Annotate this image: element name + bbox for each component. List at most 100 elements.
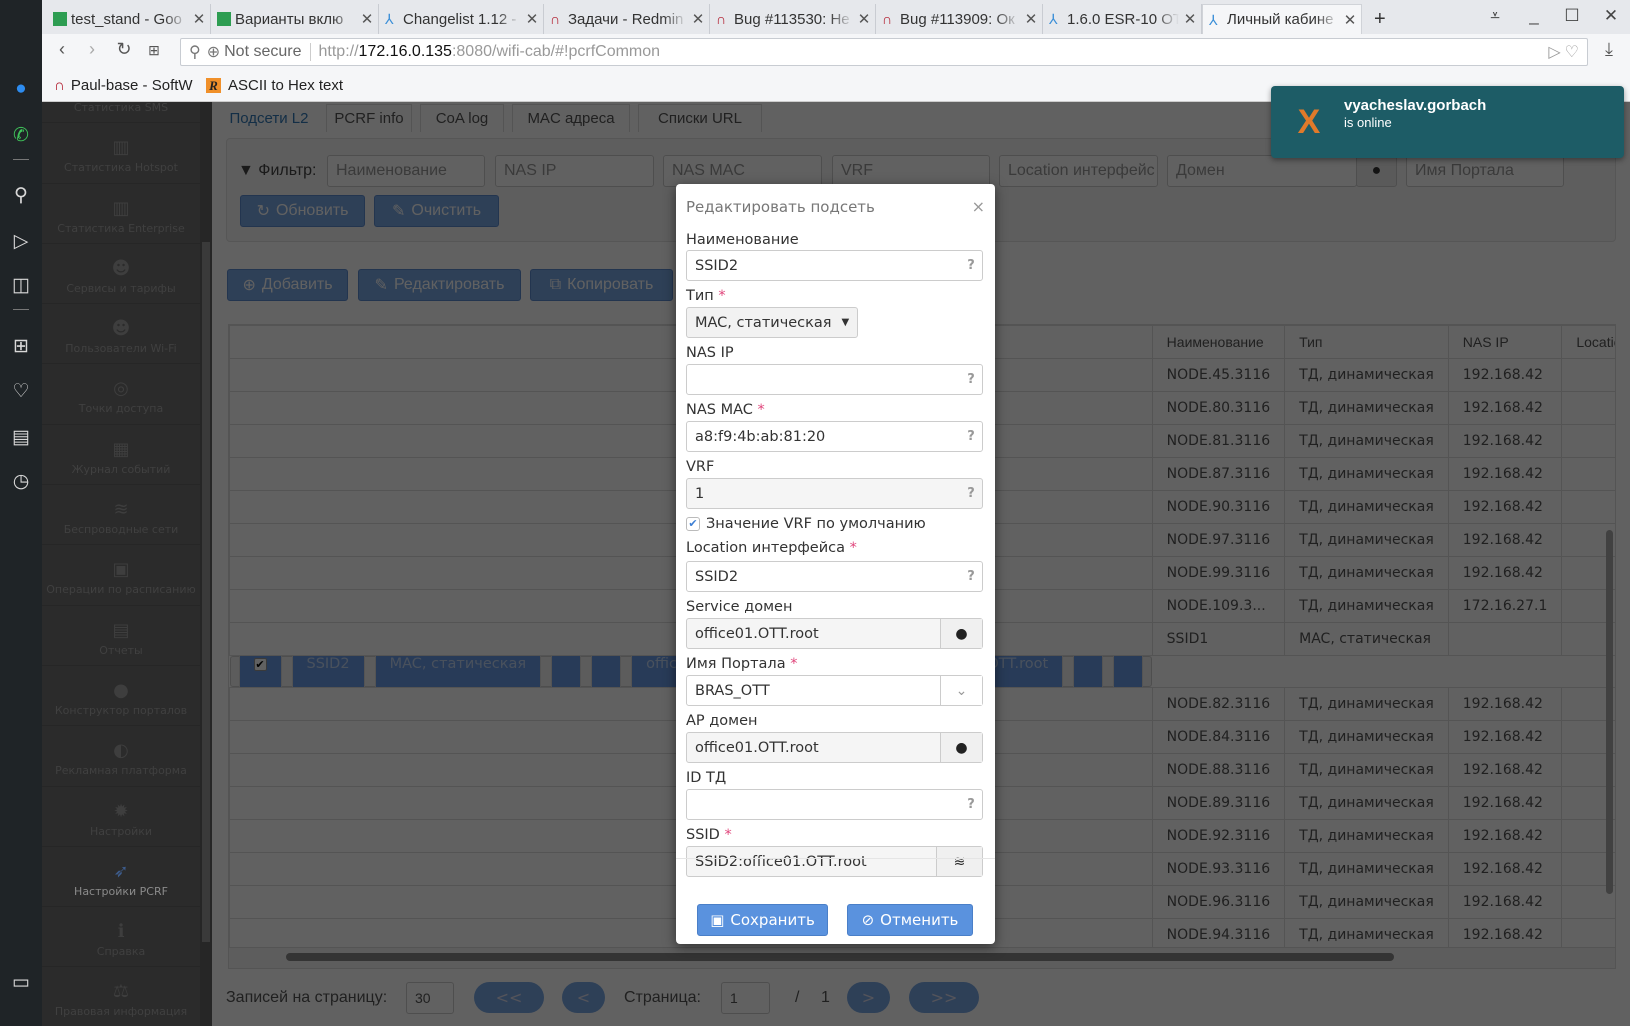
- row-checkbox[interactable]: ✔: [238, 655, 282, 688]
- close-tab-icon[interactable]: ✕: [853, 10, 875, 28]
- ssid-input[interactable]: SSID2:office01.OTT.root ≋: [686, 846, 983, 877]
- close-tab-icon[interactable]: ✕: [521, 10, 543, 28]
- vrf-input[interactable]: 1?: [686, 478, 983, 509]
- close-tab-icon[interactable]: ✕: [1020, 10, 1042, 28]
- sidebar-item[interactable]: ▥ Статистика Hotspot: [42, 123, 200, 184]
- browser-tab[interactable]: test_stand - Goo ✕: [47, 4, 211, 34]
- first-page-button[interactable]: <<: [474, 982, 544, 1013]
- browser-tab[interactable]: ⅄ Личный кабине ✕: [1202, 4, 1362, 34]
- sidebar-item[interactable]: ▥Статистика SMS: [42, 102, 200, 124]
- search-icon[interactable]: ⚲: [9, 184, 33, 208]
- checkbox-checked-icon[interactable]: ✔: [686, 517, 700, 531]
- page-input[interactable]: 1: [721, 982, 770, 1014]
- close-tab-icon[interactable]: ✕: [687, 10, 709, 28]
- close-tab-icon[interactable]: ✕: [188, 10, 210, 28]
- browser-tab[interactable]: Варианты вклю ✕: [211, 4, 379, 34]
- sidebar-item[interactable]: ✹ Настройки: [42, 787, 200, 847]
- filter-input[interactable]: Домен: [1167, 155, 1357, 187]
- help-icon[interactable]: ?: [960, 486, 982, 501]
- edit-button[interactable]: ✎ Редактировать: [358, 269, 521, 301]
- nas-mac-input[interactable]: a8:f9:4b:ab:81:20?: [686, 421, 983, 452]
- help-icon[interactable]: ?: [960, 429, 982, 444]
- filter-input[interactable]: Имя Портала: [1406, 155, 1564, 187]
- page-tab[interactable]: PCRF info: [326, 104, 412, 132]
- refresh-button[interactable]: ↻ Обновить: [240, 195, 365, 227]
- grid-icon[interactable]: ⊞: [9, 335, 33, 359]
- sidebar-item[interactable]: ⚖ Правовая информация: [42, 967, 200, 1026]
- send-icon[interactable]: ▷: [9, 230, 33, 254]
- close-tab-icon[interactable]: ✕: [1179, 10, 1201, 28]
- filter-input[interactable]: Location интерфейс: [999, 155, 1158, 187]
- page-tab[interactable]: Списки URL: [638, 104, 762, 132]
- bookmark-item[interactable]: R ASCII to Hex text: [206, 77, 343, 94]
- sidebar-item[interactable]: ▥ Статистика Enterprise: [42, 184, 200, 244]
- prev-page-button[interactable]: <: [562, 982, 605, 1013]
- close-tab-icon[interactable]: ✕: [356, 10, 378, 28]
- sidebar-item[interactable]: ◐ Рекламная платформа: [42, 726, 200, 787]
- globe-icon[interactable]: ●: [940, 619, 982, 648]
- browser-tab[interactable]: ⅄ Changelist 1.12 - ✕: [379, 4, 544, 34]
- sidebar-item[interactable]: ▤ Отчеты: [42, 606, 200, 666]
- globe-icon[interactable]: ●: [940, 733, 982, 762]
- browser-tab[interactable]: ∩ Bug #113909: Ок ✕: [876, 4, 1043, 34]
- ap-domain-input[interactable]: office01.OTT.root ●: [686, 732, 983, 763]
- table-horizontal-scrollbar[interactable]: [286, 953, 1394, 961]
- save-button[interactable]: ▣ Сохранить: [697, 904, 828, 936]
- clear-button[interactable]: ✎ Очистить: [374, 195, 499, 227]
- help-icon[interactable]: ?: [960, 797, 982, 812]
- back-button[interactable]: ‹: [50, 39, 74, 60]
- whatsapp-icon[interactable]: ✆: [9, 124, 33, 148]
- table-vertical-scrollbar[interactable]: [1606, 530, 1613, 894]
- column-header[interactable]: Тип: [1284, 325, 1449, 359]
- bookmark-heart-icon[interactable]: ♡: [1565, 42, 1579, 62]
- wifi-icon[interactable]: ≋: [936, 847, 982, 876]
- browser-tab[interactable]: ∩ Задачи - Redmin ✕: [544, 4, 710, 34]
- messenger-icon[interactable]: ●: [9, 77, 33, 101]
- sidebar-item[interactable]: ☻ Сервисы и тарифы: [42, 244, 200, 305]
- add-button[interactable]: ⊕ Добавить: [227, 269, 348, 301]
- close-window-button[interactable]: ✕: [1599, 6, 1623, 26]
- sidebar-item[interactable]: ● Конструктор порталов: [42, 666, 200, 727]
- sidebar-item[interactable]: ➶ Настройки PCRF: [42, 847, 200, 908]
- minimize-button[interactable]: _: [1522, 6, 1546, 26]
- column-header[interactable]: NAS IP: [1447, 325, 1563, 359]
- tab-list-icon[interactable]: ⩡: [1483, 6, 1507, 26]
- nas-ip-input[interactable]: ?: [686, 364, 983, 395]
- address-bar[interactable]: ⚲ ⊕ Not secure http:// 172.16.0.135 :808…: [180, 38, 1588, 66]
- filter-input[interactable]: VRF: [832, 155, 990, 187]
- type-select[interactable]: MAC, статическая ▼: [686, 307, 859, 338]
- page-tab[interactable]: CoA log: [420, 104, 504, 132]
- camera-icon[interactable]: ◫: [9, 274, 33, 298]
- name-input[interactable]: SSID2?: [686, 250, 983, 281]
- browser-tab[interactable]: ⅄ 1.6.0 ESR-10 OTT ✕: [1043, 4, 1202, 34]
- filter-input[interactable]: NAS MAC: [663, 155, 822, 187]
- page-tab[interactable]: MAC адреса: [512, 104, 630, 132]
- panel-toggle-icon[interactable]: ▭: [9, 971, 33, 995]
- service-domain-input[interactable]: office01.OTT.root ●: [686, 618, 983, 649]
- cancel-button[interactable]: ⊘ Отменить: [847, 904, 973, 936]
- filter-input[interactable]: Наименование: [327, 155, 485, 187]
- help-icon[interactable]: ?: [960, 569, 982, 584]
- chevron-down-icon[interactable]: ⌄: [940, 676, 982, 705]
- close-tab-icon[interactable]: ✕: [1339, 11, 1361, 29]
- new-tab-button[interactable]: +: [1368, 4, 1386, 34]
- help-icon[interactable]: ?: [960, 258, 982, 273]
- bookmark-item[interactable]: ∩ Paul-base - SoftW: [54, 77, 194, 94]
- column-header[interactable]: Location интерфейса: [1561, 325, 1615, 359]
- column-header[interactable]: Наименование: [1151, 325, 1286, 359]
- next-page-button[interactable]: >: [847, 982, 890, 1013]
- filter-input[interactable]: NAS IP: [495, 155, 654, 187]
- news-icon[interactable]: ▤: [9, 426, 33, 450]
- sidebar-item[interactable]: ▦ Журнал событий: [42, 425, 200, 486]
- sidebar-item[interactable]: ▣ Операции по расписанию: [42, 545, 200, 606]
- sidebar-scrollbar[interactable]: [200, 102, 212, 1026]
- vrf-default-checkbox[interactable]: ✔ Значение VRF по умолчанию: [686, 511, 983, 537]
- close-icon[interactable]: ×: [972, 197, 985, 216]
- domain-globe-button[interactable]: ●: [1356, 155, 1397, 187]
- sidebar-item[interactable]: ◎ Точки доступа: [42, 364, 200, 425]
- clock-icon[interactable]: ◷: [9, 470, 33, 494]
- maximize-button[interactable]: ☐: [1560, 6, 1584, 26]
- portal-select[interactable]: BRAS_OTT ⌄: [686, 675, 983, 706]
- sidebar-item[interactable]: ℹ Справка: [42, 907, 200, 968]
- location-input[interactable]: SSID2?: [686, 561, 983, 592]
